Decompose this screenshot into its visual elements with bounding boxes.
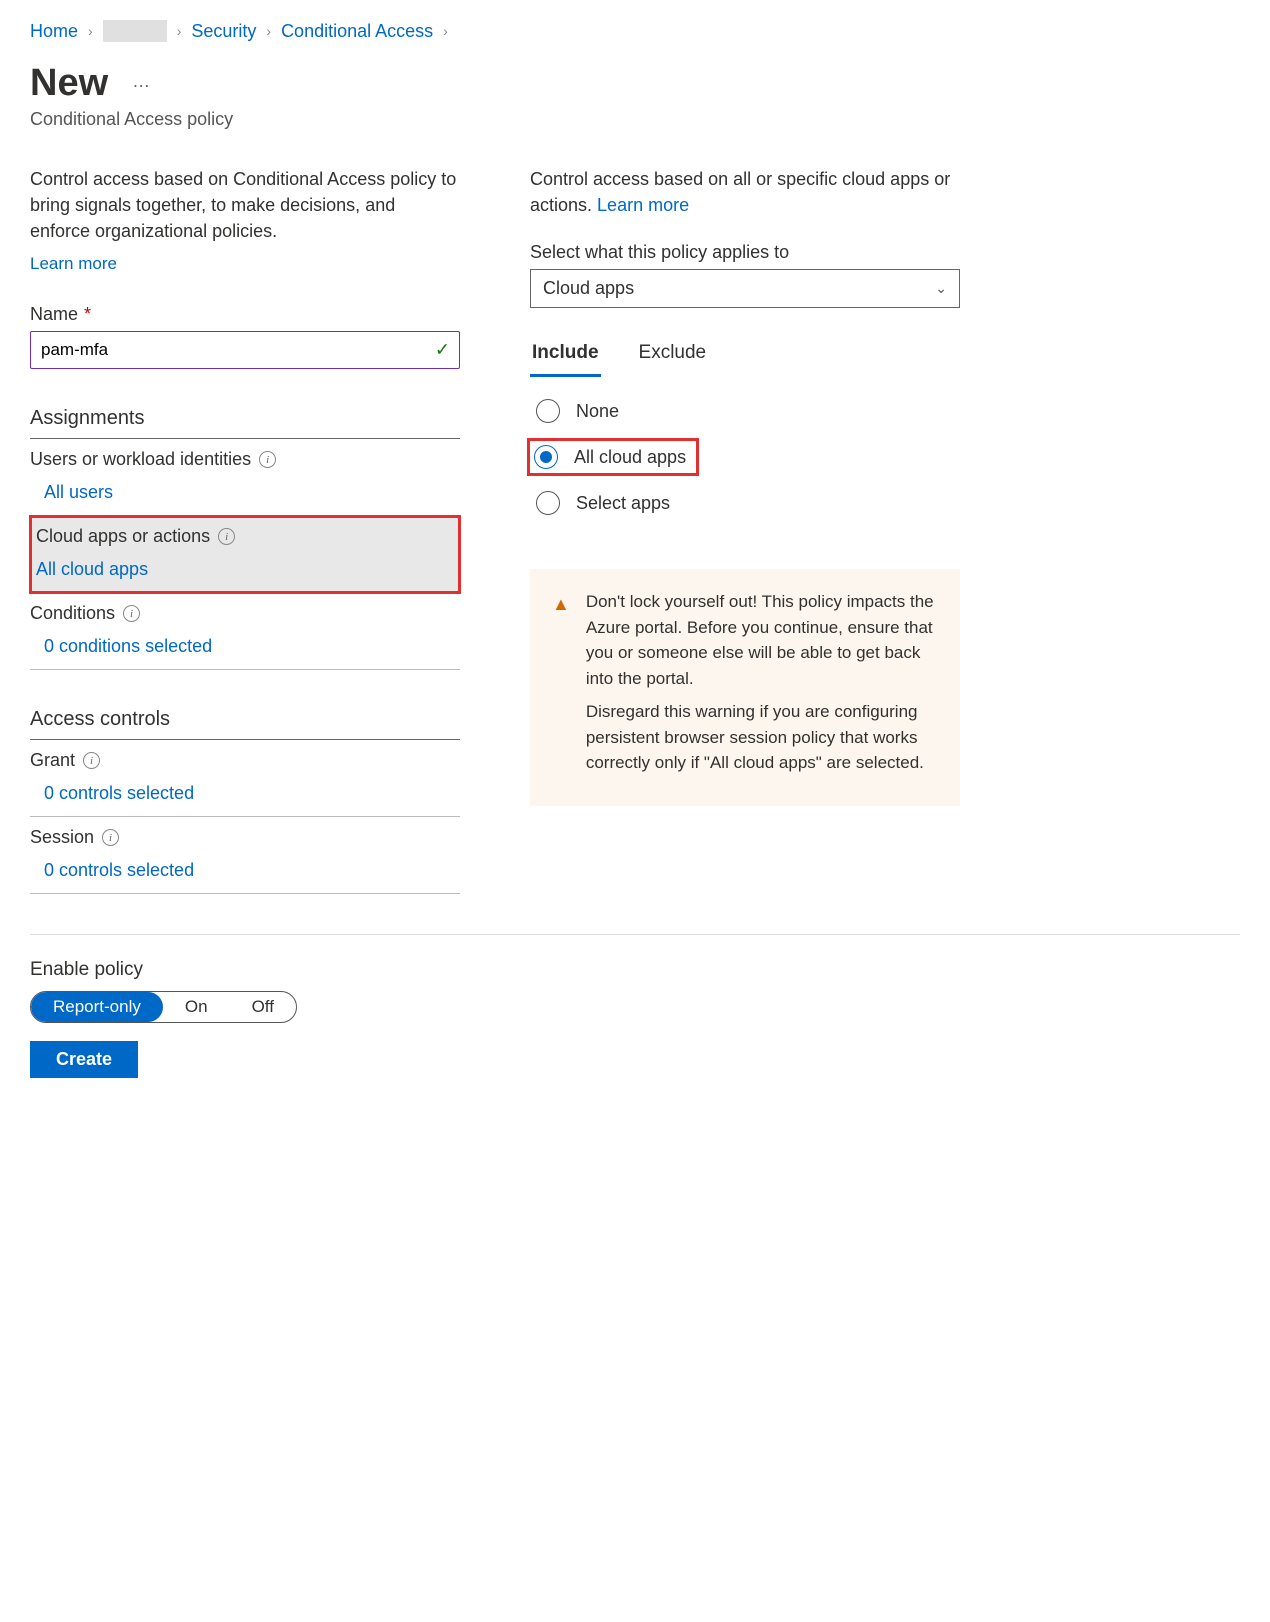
breadcrumb: Home › › Security › Conditional Access › [30, 20, 1240, 42]
radio-icon [536, 399, 560, 423]
info-icon[interactable]: i [259, 451, 276, 468]
applies-to-label: Select what this policy applies to [530, 242, 960, 263]
radio-icon [534, 445, 558, 469]
breadcrumb-redacted [103, 20, 167, 42]
warning-text-1: Don't lock yourself out! This policy imp… [586, 589, 938, 691]
tab-exclude[interactable]: Exclude [637, 338, 709, 377]
required-indicator: * [84, 304, 91, 325]
create-button[interactable]: Create [30, 1041, 138, 1078]
bottom-bar: Enable policy Report-only On Off Create [30, 934, 1240, 1078]
applies-to-dropdown[interactable]: Cloud apps ⌄ [530, 269, 960, 308]
access-grant-title: Grant [30, 750, 75, 771]
warning-icon: ▲ [552, 591, 570, 784]
assignment-users-value[interactable]: All users [30, 470, 460, 515]
dropdown-value: Cloud apps [543, 278, 634, 299]
right-panel: Control access based on all or specific … [530, 166, 960, 894]
access-controls-header: Access controls [30, 698, 460, 740]
access-grant[interactable]: Grant i 0 controls selected [30, 740, 460, 817]
access-session-value[interactable]: 0 controls selected [30, 848, 460, 893]
info-icon[interactable]: i [123, 605, 140, 622]
chevron-right-icon: › [177, 23, 182, 39]
assignment-cloud-apps[interactable]: Cloud apps or actions i All cloud apps [30, 516, 460, 593]
page-title: New [30, 62, 108, 105]
info-icon[interactable]: i [218, 528, 235, 545]
chevron-down-icon: ⌄ [935, 280, 947, 297]
left-panel: Control access based on Conditional Acce… [30, 166, 460, 894]
assignment-cloud-value[interactable]: All cloud apps [30, 547, 460, 592]
assignment-cloud-title: Cloud apps or actions [36, 526, 210, 547]
assignment-conditions-value[interactable]: 0 conditions selected [30, 624, 460, 669]
policy-name-input[interactable] [30, 331, 460, 369]
radio-none-label: None [576, 401, 619, 422]
breadcrumb-security[interactable]: Security [191, 21, 256, 42]
radio-select-apps[interactable]: Select apps [530, 487, 960, 519]
assignment-conditions[interactable]: Conditions i 0 conditions selected [30, 593, 460, 670]
access-session[interactable]: Session i 0 controls selected [30, 817, 460, 894]
learn-more-link-right[interactable]: Learn more [597, 195, 689, 215]
info-icon[interactable]: i [83, 752, 100, 769]
radio-all-label: All cloud apps [574, 447, 686, 468]
access-session-title: Session [30, 827, 94, 848]
include-exclude-tabs: Include Exclude [530, 338, 960, 377]
right-description: Control access based on all or specific … [530, 166, 960, 218]
chevron-right-icon: › [88, 23, 93, 39]
breadcrumb-conditional-access[interactable]: Conditional Access [281, 21, 433, 42]
learn-more-link[interactable]: Learn more [30, 254, 117, 273]
radio-select-label: Select apps [576, 493, 670, 514]
toggle-off[interactable]: Off [230, 992, 296, 1022]
checkmark-icon: ✓ [435, 340, 450, 361]
toggle-on[interactable]: On [163, 992, 230, 1022]
more-actions-button[interactable]: … [132, 71, 152, 100]
assignment-conditions-title: Conditions [30, 603, 115, 624]
page-subtitle: Conditional Access policy [30, 109, 1240, 130]
assignment-users-title: Users or workload identities [30, 449, 251, 470]
warning-callout: ▲ Don't lock yourself out! This policy i… [530, 569, 960, 806]
radio-none[interactable]: None [530, 395, 960, 427]
info-icon[interactable]: i [102, 829, 119, 846]
assignment-users[interactable]: Users or workload identities i All users [30, 439, 460, 516]
chevron-right-icon: › [443, 23, 448, 39]
enable-policy-label: Enable policy [30, 959, 1240, 981]
access-grant-value[interactable]: 0 controls selected [30, 771, 460, 816]
radio-icon [536, 491, 560, 515]
assignments-header: Assignments [30, 397, 460, 439]
name-label: Name* [30, 304, 460, 325]
chevron-right-icon: › [266, 23, 271, 39]
radio-all-cloud-apps[interactable]: All cloud apps [530, 441, 696, 473]
enable-policy-toggle: Report-only On Off [30, 991, 297, 1023]
include-radio-group: None All cloud apps Select apps [530, 395, 960, 519]
tab-include[interactable]: Include [530, 338, 601, 377]
toggle-report-only[interactable]: Report-only [31, 992, 163, 1022]
warning-text-2: Disregard this warning if you are config… [586, 699, 938, 776]
policy-description: Control access based on Conditional Acce… [30, 166, 460, 244]
breadcrumb-home[interactable]: Home [30, 21, 78, 42]
